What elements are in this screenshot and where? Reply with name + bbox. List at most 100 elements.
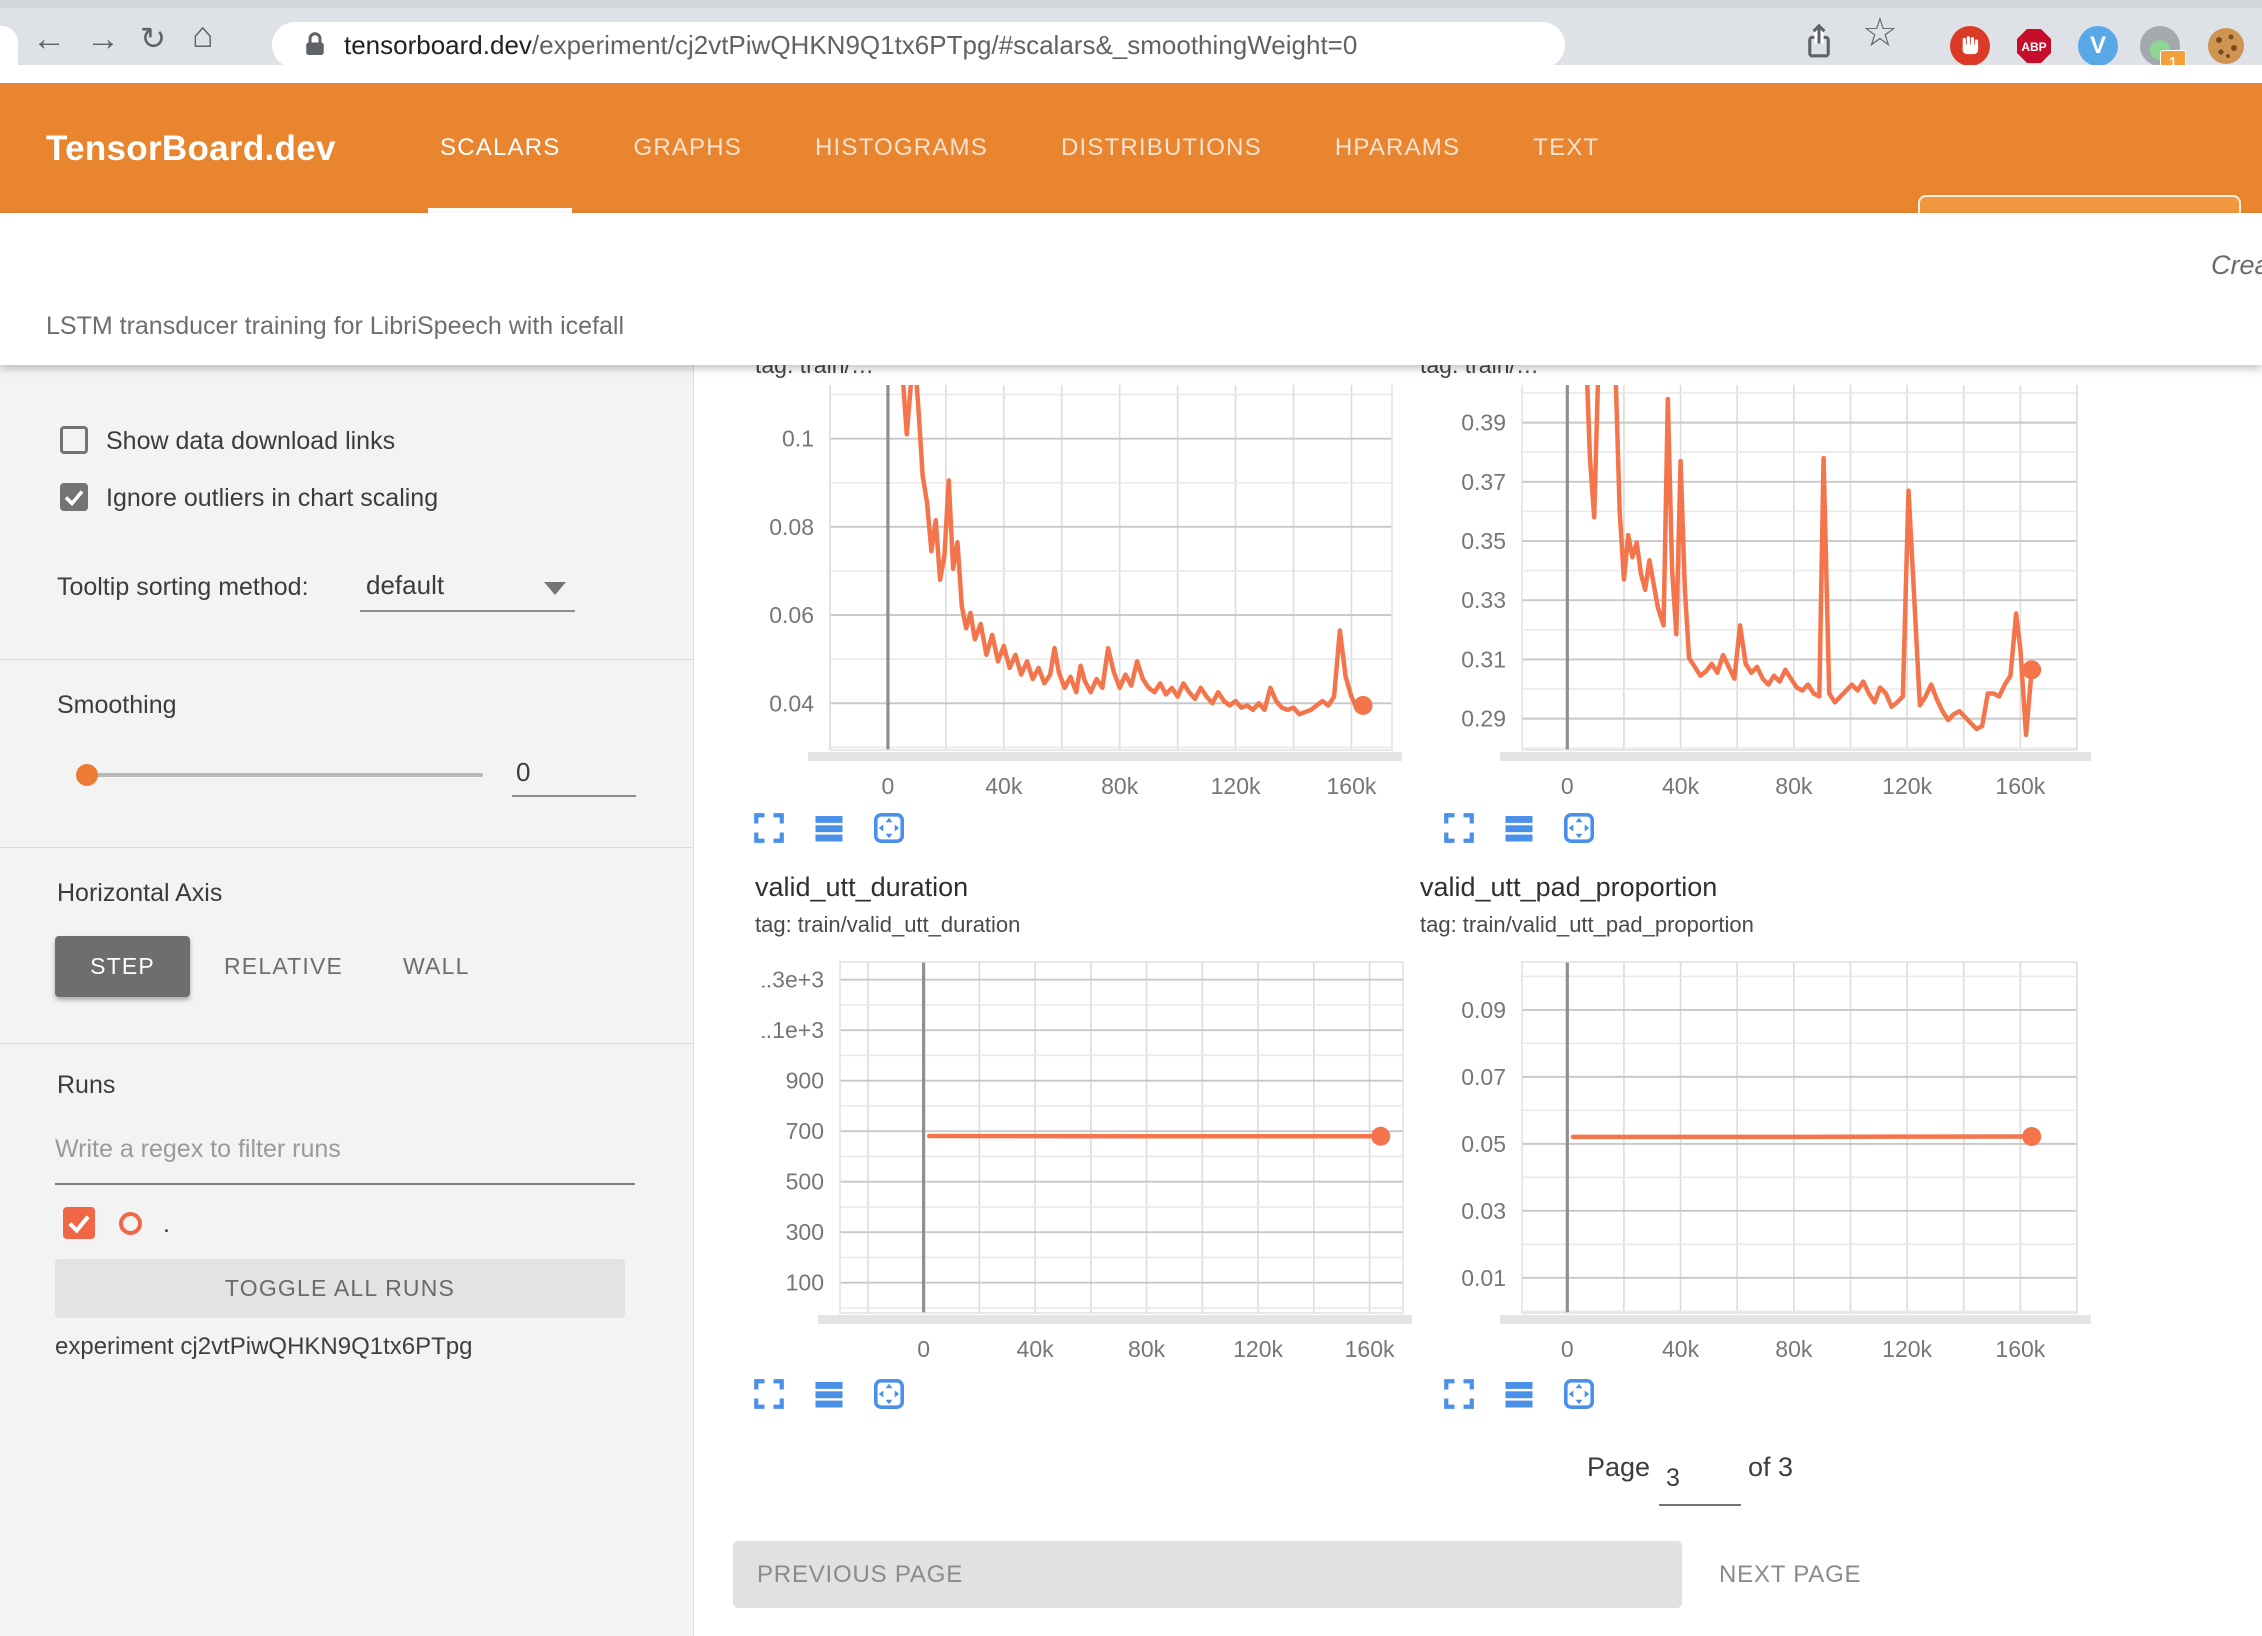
svg-text:40k: 40k [1017, 1336, 1055, 1362]
url-path: /experiment/cj2vtPiwQHKN9Q1tx6PTpg/#scal… [532, 30, 1357, 60]
svg-text:ABP: ABP [2021, 40, 2046, 54]
toggle-all-runs-button[interactable]: TOGGLE ALL RUNS [55, 1259, 625, 1318]
extension-abp-icon[interactable]: ABP [2014, 26, 2054, 66]
smoothing-value[interactable]: 0 [516, 757, 530, 788]
svg-text:900: 900 [786, 1068, 824, 1094]
svg-text:80k: 80k [1775, 773, 1813, 799]
axis-relative-button[interactable]: RELATIVE [224, 953, 343, 980]
next-page-button[interactable]: NEXT PAGE [1719, 1541, 1861, 1608]
tab-scalars[interactable]: SCALARS [428, 83, 572, 213]
fit-domain-icon[interactable] [871, 810, 907, 846]
check-icon [63, 1207, 95, 1239]
svg-text:120k: 120k [1882, 1336, 1932, 1362]
svg-text:160k: 160k [1327, 773, 1377, 799]
svg-text:0.33: 0.33 [1461, 587, 1506, 613]
dropdown-underline [360, 610, 575, 612]
svg-text:300: 300 [786, 1219, 824, 1245]
forward-icon[interactable]: → [86, 22, 120, 56]
svg-text:0.06: 0.06 [769, 602, 814, 628]
url-text: tensorboard.dev/experiment/cj2vtPiwQHKN9… [344, 30, 1357, 61]
svg-text:700: 700 [786, 1118, 824, 1144]
chart-valid-utt-pad-proportion[interactable]: 0.010.030.050.070.09040k80k120k160k [1448, 948, 2093, 1373]
smoothing-value-underline [512, 795, 636, 797]
show-download-label: Show data download links [106, 427, 395, 456]
page-number-underline [1659, 1504, 1741, 1506]
show-download-checkbox[interactable] [60, 426, 88, 454]
chart-scalars-2[interactable]: 0.290.310.330.350.370.39040k80k120k160k [1448, 385, 2093, 810]
chart-scalars-1[interactable]: 0.040.060.080.1040k80k120k160k [762, 385, 1402, 810]
svg-text:0.39: 0.39 [1461, 410, 1506, 436]
svg-text:160k: 160k [1345, 1336, 1395, 1362]
nav-tabs: SCALARS GRAPHS HISTOGRAMS DISTRIBUTIONS HPAR… [428, 83, 1611, 213]
extension-v-icon[interactable]: V [2078, 26, 2118, 66]
fit-domain-icon[interactable] [1561, 810, 1597, 846]
share-icon[interactable] [1800, 22, 1838, 62]
experiment-title: LSTM transducer training for LibriSpeech… [46, 312, 624, 341]
svg-text:120k: 120k [1233, 1336, 1283, 1362]
runs-list-icon[interactable] [1501, 810, 1537, 846]
axis-step-button[interactable]: STEP [55, 936, 190, 997]
run-checkbox[interactable] [63, 1207, 95, 1239]
address-bar[interactable]: tensorboard.dev/experiment/cj2vtPiwQHKN9… [272, 22, 1565, 68]
browser-toolbar: ← → ↻ ⌂ tensorboard.dev/experiment/cj2vt… [0, 0, 2262, 65]
runs-list-icon[interactable] [811, 1376, 847, 1412]
smoothing-slider-handle[interactable] [76, 764, 98, 786]
svg-text:0.04: 0.04 [769, 690, 814, 716]
reload-icon[interactable]: ↻ [140, 22, 166, 56]
bookmark-star-icon[interactable]: ☆ [1862, 16, 1898, 50]
divider [0, 1043, 693, 1044]
tab-histograms[interactable]: HISTOGRAMS [803, 83, 1000, 213]
chart3-toolbar [751, 1376, 907, 1412]
tab-hparams[interactable]: HPARAMS [1323, 83, 1472, 213]
run-color-swatch[interactable] [119, 1212, 142, 1235]
svg-text:120k: 120k [1882, 773, 1932, 799]
ignore-outliers-label: Ignore outliers in chart scaling [106, 484, 438, 513]
fit-domain-icon[interactable] [871, 1376, 907, 1412]
chart4-toolbar [1441, 1376, 1597, 1412]
url-domain: tensorboard.dev [344, 30, 532, 60]
smoothing-slider-track[interactable] [87, 773, 483, 777]
expand-icon[interactable] [751, 1376, 787, 1412]
back-icon[interactable]: ← [32, 22, 66, 56]
svg-text:80k: 80k [1101, 773, 1139, 799]
fit-domain-icon[interactable] [1561, 1376, 1597, 1412]
check-icon [60, 483, 88, 511]
home-icon[interactable]: ⌂ [192, 18, 214, 52]
page: ← → ↻ ⌂ tensorboard.dev/experiment/cj2vt… [0, 0, 2262, 1636]
extension-blocker-icon[interactable] [1950, 26, 1990, 66]
run-name: . [163, 1210, 170, 1239]
previous-page-button[interactable]: PREVIOUS PAGE [733, 1541, 1682, 1608]
axis-wall-button[interactable]: WALL [403, 953, 470, 980]
svg-text:0.37: 0.37 [1461, 469, 1506, 495]
lock-icon [300, 30, 330, 60]
svg-text:0.35: 0.35 [1461, 528, 1506, 554]
horizontal-axis-label: Horizontal Axis [57, 879, 222, 908]
runs-filter-input[interactable]: Write a regex to filter runs [55, 1135, 341, 1164]
svg-text:0.05: 0.05 [1461, 1131, 1506, 1157]
tooltip-sorting-select[interactable]: default [366, 570, 444, 601]
chrome-content-gap [0, 65, 2262, 83]
svg-text:0.01: 0.01 [1461, 1265, 1506, 1291]
svg-text:1.3e+3: 1.3e+3 [762, 967, 824, 993]
svg-text:80k: 80k [1128, 1336, 1166, 1362]
expand-icon[interactable] [1441, 810, 1477, 846]
chart3-title: valid_utt_duration [755, 872, 968, 903]
expand-icon[interactable] [751, 810, 787, 846]
page-number-input[interactable]: 3 [1666, 1464, 1680, 1493]
expand-icon[interactable] [1441, 1376, 1477, 1412]
window-top-edge [0, 0, 2262, 8]
svg-text:500: 500 [786, 1169, 824, 1195]
tab-graphs[interactable]: GRAPHS [621, 83, 754, 213]
runs-list-icon[interactable] [811, 810, 847, 846]
tab-text[interactable]: TEXT [1521, 83, 1611, 213]
svg-text:80k: 80k [1775, 1336, 1813, 1362]
dropdown-arrow-icon[interactable] [544, 582, 566, 595]
ignore-outliers-checkbox[interactable] [60, 483, 88, 511]
tab-distributions[interactable]: DISTRIBUTIONS [1049, 83, 1274, 213]
chart3-tag: tag: train/valid_utt_duration [755, 912, 1020, 938]
chart1-toolbar [751, 810, 907, 846]
runs-list-icon[interactable] [1501, 1376, 1537, 1412]
chart-valid-utt-duration[interactable]: 1003005007009001.1e+31.3e+3040k80k120k16… [762, 948, 1412, 1373]
extension-cookie-icon[interactable] [2206, 26, 2246, 66]
divider [0, 659, 693, 660]
